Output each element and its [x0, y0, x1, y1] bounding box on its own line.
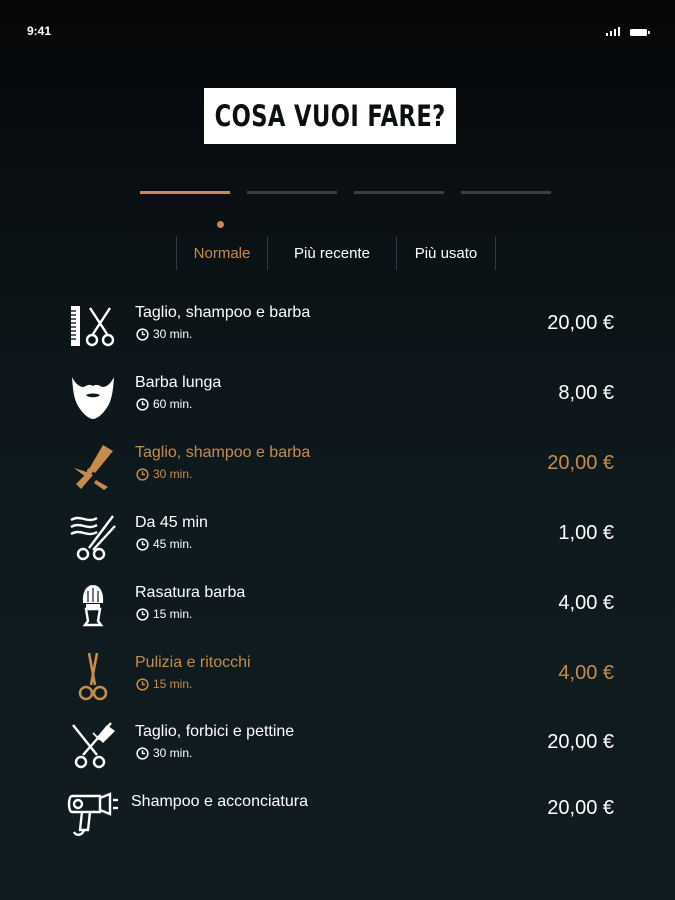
progress-stepper — [140, 191, 551, 194]
duration-text: 30 min. — [153, 327, 193, 341]
status-icons — [605, 27, 650, 36]
service-row[interactable]: Rasatura barba 15 min. 4,00 € — [0, 583, 675, 643]
duration-text: 30 min. — [153, 467, 193, 481]
active-tab-indicator — [217, 221, 224, 228]
duration-text: 15 min. — [153, 677, 193, 691]
service-price: 1,00 € — [558, 522, 614, 544]
service-duration: 30 min. — [136, 746, 192, 760]
status-bar: 9:41 — [0, 0, 675, 60]
service-row[interactable]: Shampoo e acconciatura 20,00 € — [0, 790, 675, 850]
clock-icon — [136, 327, 149, 341]
service-price: 4,00 € — [558, 662, 614, 684]
service-duration: 15 min. — [136, 607, 192, 621]
service-name: Da 45 min — [135, 514, 208, 531]
straight-razor-icon — [66, 443, 120, 491]
service-price: 8,00 € — [558, 382, 614, 404]
service-row[interactable]: Taglio, forbici e pettine 30 min. 20,00 … — [0, 722, 675, 782]
duration-text: 60 min. — [153, 397, 193, 411]
service-price: 4,00 € — [558, 592, 614, 614]
service-name: Shampoo e acconciatura — [131, 793, 308, 810]
service-duration: 60 min. — [136, 397, 192, 411]
service-price: 20,00 € — [547, 312, 614, 334]
service-row[interactable]: Pulizia e ritocchi 15 min. 4,00 € — [0, 652, 675, 713]
tab-piu-recente[interactable]: Più recente — [267, 236, 396, 270]
page-title-box: COSA VUOI FARE? — [204, 88, 456, 144]
service-duration: 15 min. — [136, 677, 192, 691]
comb-scissors-icon — [66, 303, 120, 351]
tab-piu-usato[interactable]: Più usato — [396, 236, 496, 270]
service-name: Taglio, forbici e pettine — [135, 723, 295, 740]
tab-normale[interactable]: Normale — [176, 236, 267, 270]
battery-icon — [630, 29, 650, 36]
service-duration: 45 min. — [136, 537, 192, 551]
duration-text: 45 min. — [153, 537, 193, 551]
service-price: 20,00 € — [547, 452, 614, 474]
service-duration: 30 min. — [136, 327, 192, 341]
status-time: 9:41 — [27, 24, 52, 38]
clock-icon — [136, 746, 149, 760]
service-row[interactable]: Da 45 min 45 min. 1,00 € — [0, 513, 675, 573]
duration-text: 15 min. — [153, 607, 193, 621]
service-row[interactable]: Barba lunga 60 min. 8,00 € — [0, 373, 675, 433]
service-duration: 30 min. — [136, 467, 192, 481]
scissors-comb-icon — [66, 722, 120, 770]
page-title: COSA VUOI FARE? — [214, 99, 446, 133]
clock-icon — [136, 537, 149, 551]
hair-cut-scissors-icon — [66, 513, 120, 561]
service-price: 20,00 € — [547, 731, 614, 753]
service-price: 20,00 € — [547, 797, 614, 819]
beard-icon — [66, 373, 120, 421]
step-3 — [354, 191, 444, 194]
sort-tabs: Normale Più recente Più usato — [176, 236, 496, 270]
service-name: Rasatura barba — [135, 584, 246, 601]
scissors-icon — [66, 652, 120, 701]
clock-icon — [136, 677, 149, 691]
step-2 — [247, 191, 337, 194]
clock-icon — [136, 607, 149, 621]
clock-icon — [136, 467, 149, 481]
service-name: Pulizia e ritocchi — [135, 654, 251, 671]
step-1 — [140, 191, 230, 194]
shaving-brush-icon — [66, 583, 120, 631]
service-name: Taglio, shampoo e barba — [135, 304, 311, 321]
duration-text: 30 min. — [153, 746, 193, 760]
hair-dryer-icon — [66, 790, 120, 838]
service-name: Taglio, shampoo e barba — [135, 444, 311, 461]
signal-icon — [605, 27, 620, 36]
service-name: Barba lunga — [135, 374, 222, 391]
service-row[interactable]: Taglio, shampoo e barba 30 min. 20,00 € — [0, 303, 675, 363]
service-row[interactable]: Taglio, shampoo e barba 30 min. 20,00 € — [0, 443, 675, 503]
step-4 — [461, 191, 551, 194]
clock-icon — [136, 397, 149, 411]
